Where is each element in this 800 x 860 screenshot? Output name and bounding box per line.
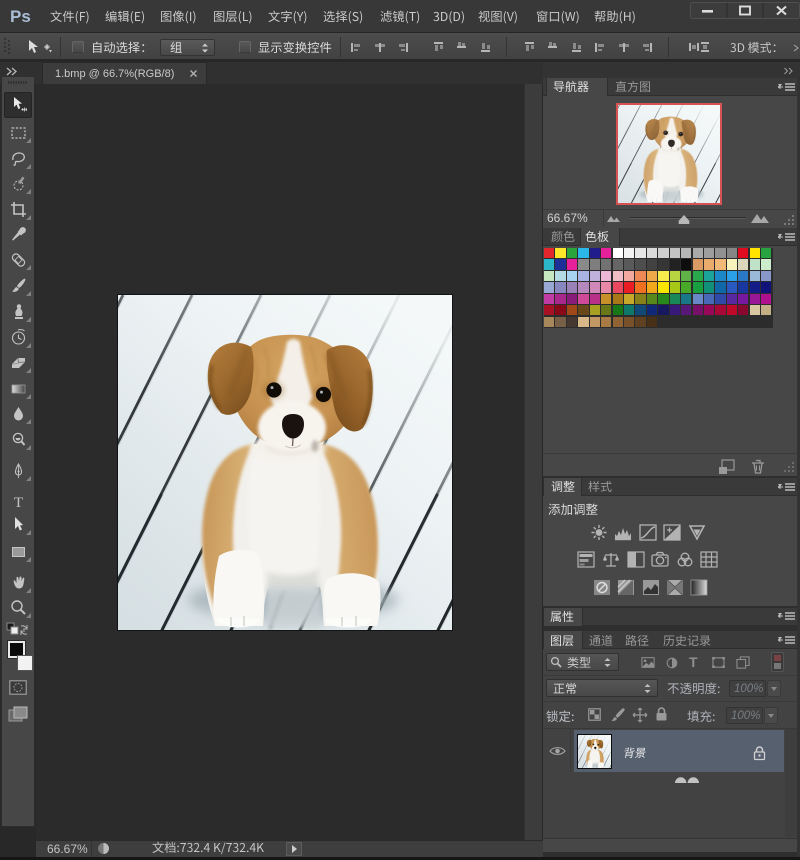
svg-text:T: T bbox=[14, 495, 23, 511]
